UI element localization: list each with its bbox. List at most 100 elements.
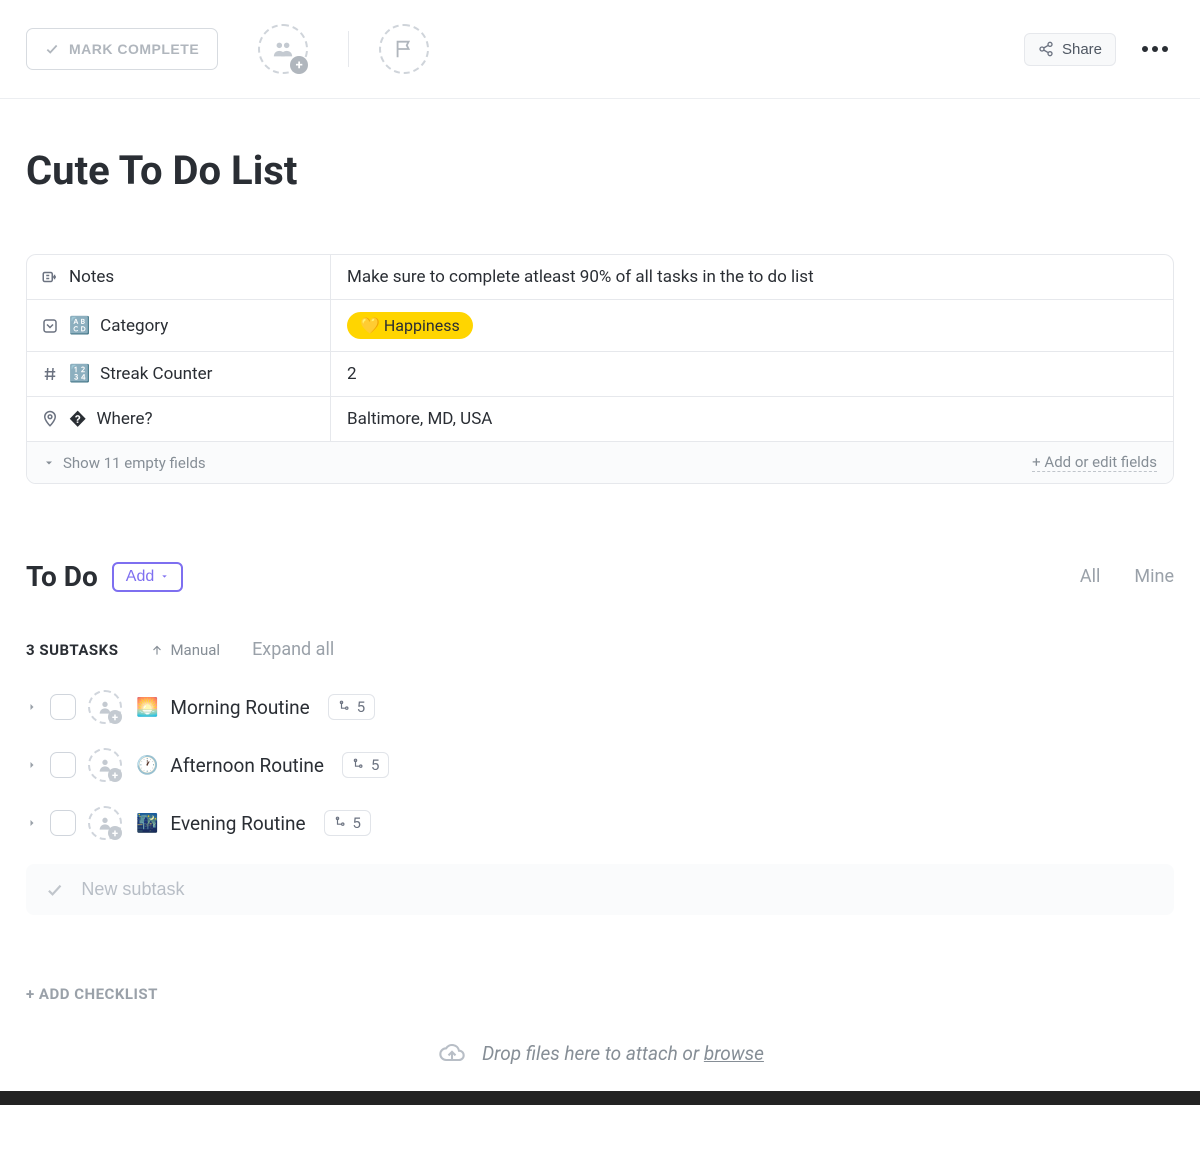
field-name: Where? <box>96 409 152 429</box>
bottom-bar <box>0 1091 1200 1105</box>
field-value-category[interactable]: 💛 Happiness <box>331 300 1173 351</box>
subtask-count: 3 SUBTASKS <box>26 641 118 659</box>
expand-all-button[interactable]: Expand all <box>252 639 334 660</box>
plus-badge-icon: + <box>108 826 122 840</box>
hash-icon <box>41 365 59 383</box>
page-title[interactable]: Cute To Do List <box>0 99 1200 254</box>
flag-icon <box>393 38 415 60</box>
field-row-category: 🔠 Category 💛 Happiness <box>27 300 1173 352</box>
new-subtask-input[interactable] <box>81 879 1154 900</box>
plus-badge-icon: + <box>108 768 122 782</box>
dot-icon <box>1152 46 1158 52</box>
show-empty-fields-button[interactable]: Show 11 empty fields <box>43 454 206 472</box>
field-label: 🔢 Streak Counter <box>27 352 331 396</box>
dropdown-icon <box>41 317 59 335</box>
task-emoji: 🌃 <box>136 813 158 834</box>
add-checklist-button[interactable]: + ADD CHECKLIST <box>0 915 1200 1021</box>
caret-down-icon <box>43 457 55 469</box>
subtask-icon <box>338 700 352 714</box>
task-emoji: 🌅 <box>136 697 158 718</box>
task-title: Morning Routine <box>170 696 309 719</box>
location-icon <box>41 410 59 428</box>
sort-button[interactable]: Manual <box>150 641 220 659</box>
subtask-count-badge[interactable]: 5 <box>342 752 389 778</box>
task-row[interactable]: + 🌃 Evening Routine 5 <box>26 794 1174 852</box>
plus-badge-icon: + <box>108 710 122 724</box>
task-checkbox[interactable] <box>50 752 76 778</box>
field-value-notes[interactable]: Make sure to complete atleast 90% of all… <box>331 255 1173 299</box>
share-icon <box>1038 41 1054 57</box>
add-edit-fields-button[interactable]: + Add or edit fields <box>1032 453 1157 472</box>
task-checkbox[interactable] <box>50 694 76 720</box>
attachment-dropzone[interactable]: Drop files here to attach or browse <box>0 1021 1200 1091</box>
field-name: Notes <box>69 267 114 287</box>
task-row[interactable]: + 🕐 Afternoon Routine 5 <box>26 736 1174 794</box>
field-label: � Where? <box>27 397 331 441</box>
task-row[interactable]: + 🌅 Morning Routine 5 <box>26 678 1174 736</box>
list-title: To Do <box>26 560 98 593</box>
subtask-count-badge[interactable]: 5 <box>324 810 371 836</box>
field-name: Category <box>100 316 168 336</box>
mark-complete-button[interactable]: MARK COMPLETE <box>26 28 218 70</box>
flag-button[interactable] <box>379 24 429 74</box>
share-label: Share <box>1062 41 1102 58</box>
share-button[interactable]: Share <box>1024 33 1116 66</box>
add-label: Add <box>126 568 154 586</box>
subtask-icon <box>352 758 366 772</box>
new-subtask-row[interactable] <box>26 864 1174 915</box>
browse-link[interactable]: browse <box>704 1042 764 1065</box>
plus-badge-icon: + <box>290 56 308 74</box>
divider <box>348 31 349 67</box>
subtask-count-badge[interactable]: 5 <box>328 694 375 720</box>
show-empty-label: Show 11 empty fields <box>63 454 206 472</box>
assignee-button[interactable]: + <box>88 806 122 840</box>
field-emoji: 🔢 <box>69 364 90 384</box>
caret-right-icon[interactable] <box>26 759 38 771</box>
add-people-button[interactable]: + <box>258 24 308 74</box>
task-title: Afternoon Routine <box>170 754 324 777</box>
field-label: Notes <box>27 255 331 299</box>
dropzone-text: Drop files here to attach or browse <box>482 1042 764 1065</box>
field-emoji: � <box>69 409 86 429</box>
count-value: 5 <box>371 756 379 774</box>
dot-icon <box>1142 46 1148 52</box>
field-row-streak: 🔢 Streak Counter 2 <box>27 352 1173 397</box>
field-row-where: � Where? Baltimore, MD, USA <box>27 397 1173 442</box>
task-checkbox[interactable] <box>50 810 76 836</box>
toolbar: MARK COMPLETE + Share <box>0 0 1200 99</box>
task-emoji: 🕐 <box>136 755 158 776</box>
text-icon <box>41 268 59 286</box>
cloud-upload-icon <box>436 1039 468 1067</box>
assignee-button[interactable]: + <box>88 690 122 724</box>
list-header: To Do Add All Mine <box>0 484 1200 593</box>
task-title: Evening Routine <box>170 812 305 835</box>
field-value-where[interactable]: Baltimore, MD, USA <box>331 397 1173 441</box>
tab-all[interactable]: All <box>1080 566 1101 587</box>
category-pill: 💛 Happiness <box>347 312 473 339</box>
field-value-streak[interactable]: 2 <box>331 352 1173 396</box>
caret-right-icon[interactable] <box>26 817 38 829</box>
sort-label: Manual <box>170 641 220 659</box>
dot-icon <box>1162 46 1168 52</box>
fields-footer: Show 11 empty fields + Add or edit field… <box>27 442 1173 483</box>
caret-right-icon[interactable] <box>26 701 38 713</box>
subtask-list: + 🌅 Morning Routine 5 + 🕐 Afternoon Rout… <box>0 678 1200 852</box>
count-value: 5 <box>353 814 361 832</box>
tab-mine[interactable]: Mine <box>1134 566 1174 587</box>
check-icon <box>45 42 59 56</box>
subtask-bar: 3 SUBTASKS Manual Expand all <box>0 593 1200 678</box>
arrow-up-icon <box>150 643 164 657</box>
field-emoji: 🔠 <box>69 316 90 336</box>
field-name: Streak Counter <box>100 364 212 384</box>
count-value: 5 <box>357 698 365 716</box>
more-menu-button[interactable] <box>1136 40 1174 58</box>
mark-complete-label: MARK COMPLETE <box>69 41 199 57</box>
caret-down-icon <box>160 572 169 581</box>
custom-fields: Notes Make sure to complete atleast 90% … <box>26 254 1174 484</box>
assignee-button[interactable]: + <box>88 748 122 782</box>
field-row-notes: Notes Make sure to complete atleast 90% … <box>27 255 1173 300</box>
subtask-icon <box>334 816 348 830</box>
check-icon <box>46 881 63 899</box>
add-task-button[interactable]: Add <box>112 562 183 592</box>
field-label: 🔠 Category <box>27 300 331 351</box>
